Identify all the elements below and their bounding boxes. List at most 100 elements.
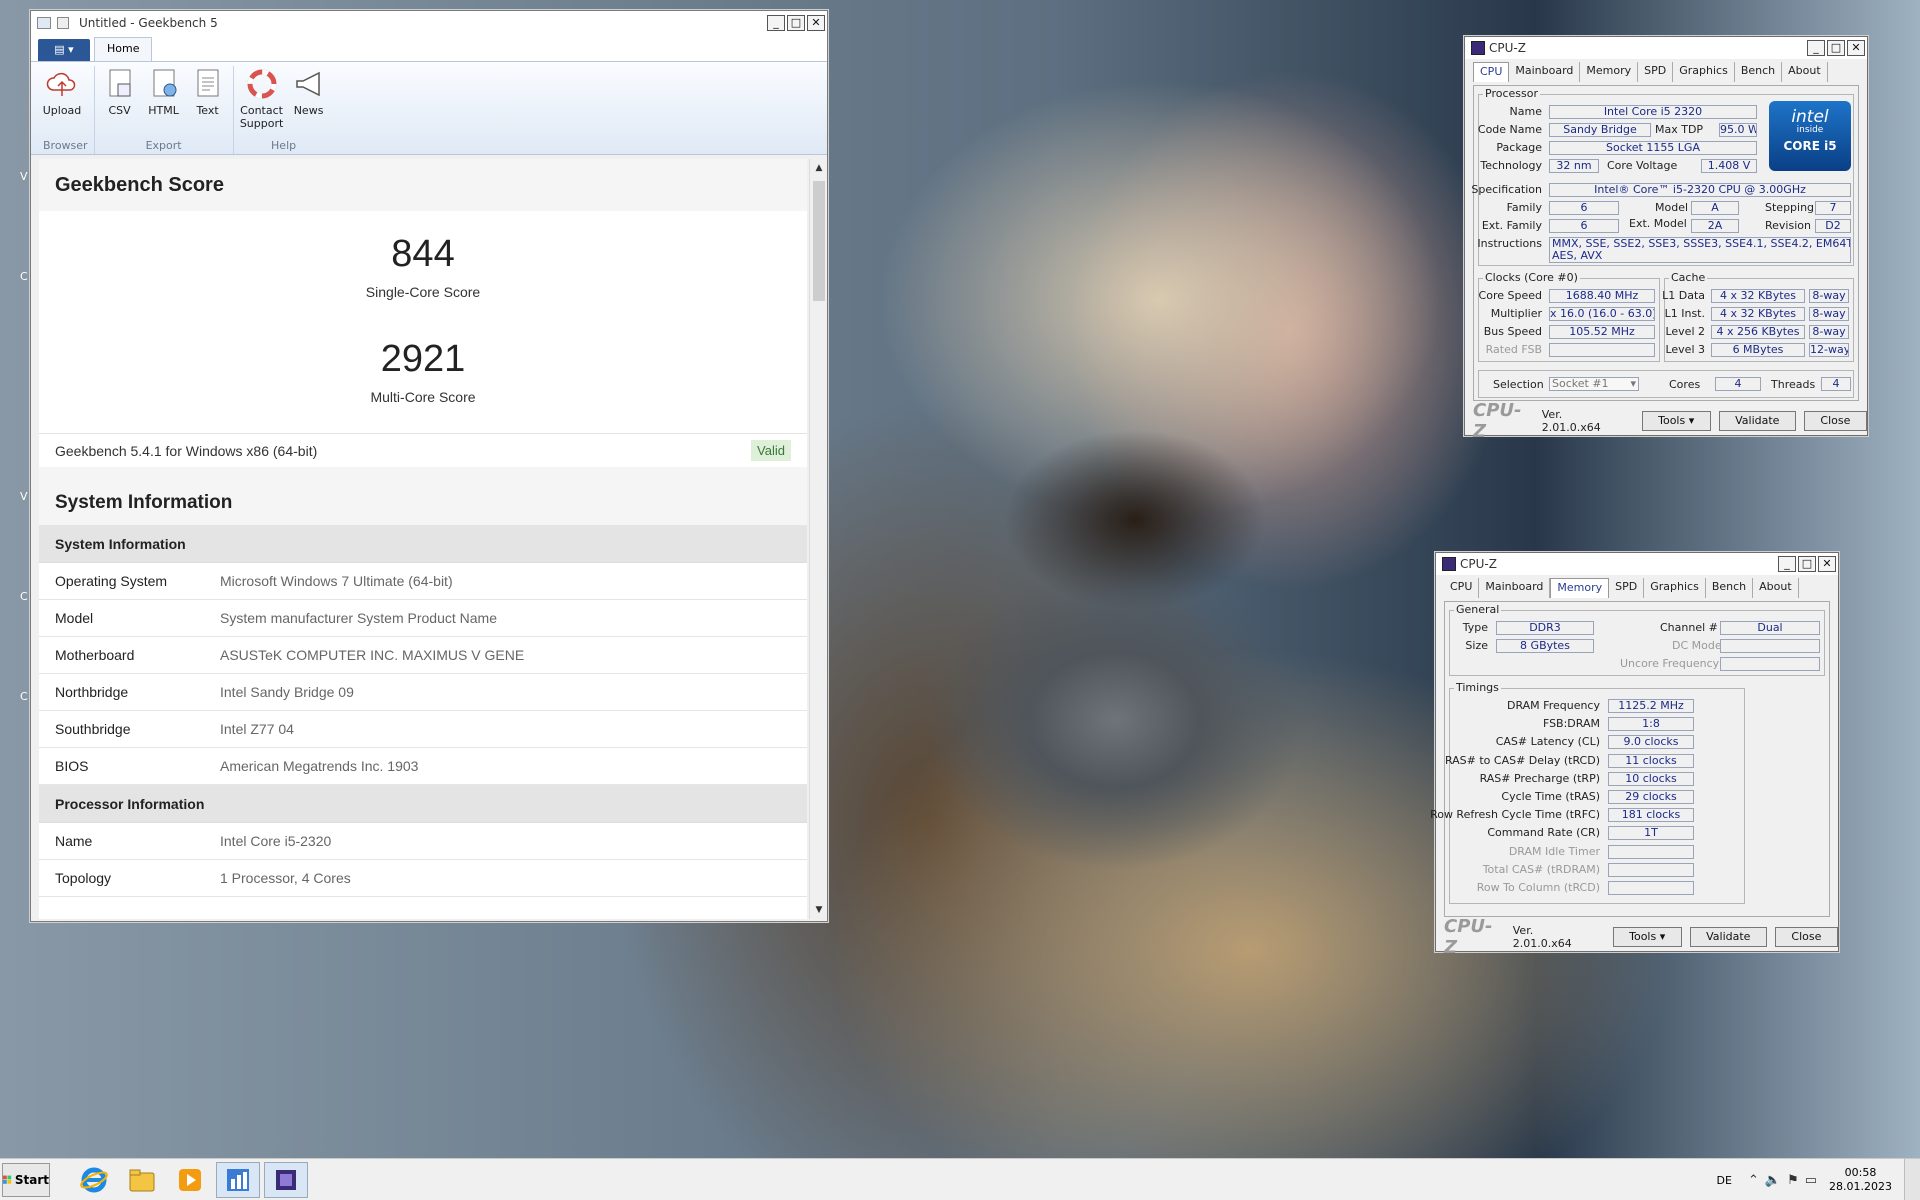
level2-ways: 8-way (1809, 325, 1849, 339)
scroll-up-icon[interactable]: ▲ (810, 159, 828, 177)
row-key: Topology (55, 870, 112, 886)
row-key: Operating System (55, 573, 168, 589)
action-center-flag-icon[interactable]: ⚑ (1787, 1173, 1799, 1188)
minimize-button[interactable]: _ (1778, 556, 1796, 572)
upload-button[interactable]: Upload (43, 66, 81, 138)
show-desktop-button[interactable] (1904, 1159, 1920, 1200)
cpuz-footer: CPU-Z Ver. 2.01.0.x64 Tools ▾ Validate C… (1465, 400, 1867, 442)
close-button[interactable]: Close (1774, 927, 1838, 947)
dc-mode-value (1720, 639, 1820, 653)
maxtdp-label: Max TDP (1655, 123, 1704, 136)
tab-bench[interactable]: Bench (1706, 578, 1754, 598)
show-hidden-icons-icon[interactable]: ⌃ (1748, 1173, 1759, 1188)
file-menu-button[interactable]: ▤ ▾ (38, 39, 90, 61)
volume-icon[interactable]: 🔈 (1765, 1173, 1781, 1188)
start-button[interactable]: Start (2, 1162, 50, 1197)
family-value: 6 (1549, 201, 1619, 215)
cpuz-brand: CPU-Z (1444, 916, 1493, 958)
maximize-button[interactable]: □ (1827, 40, 1845, 56)
l1-data-ways: 8-way (1809, 289, 1849, 303)
instructions-label: Instructions (1477, 237, 1542, 250)
minimize-button[interactable]: _ (1807, 40, 1825, 56)
processor-table: Name Intel Core i5-2320 Topology 1 Processo… (39, 823, 807, 897)
tab-about[interactable]: About (1753, 578, 1799, 598)
row-key: Northbridge (55, 684, 129, 700)
specification-value: Intel® Core™ i5-2320 CPU @ 3.00GHz (1549, 183, 1851, 197)
validate-button[interactable]: Validate (1689, 927, 1767, 947)
export-html-button[interactable]: HTML (145, 66, 183, 138)
minimize-button[interactable]: _ (767, 15, 785, 31)
timing-value: 29 clocks (1608, 790, 1694, 804)
validate-button[interactable]: Validate (1718, 411, 1796, 431)
tab-spd[interactable]: SPD (1638, 62, 1674, 82)
tab-cpu[interactable]: CPU (1473, 62, 1510, 82)
timing-value: 10 clocks (1608, 771, 1694, 786)
group-label: Processor (1483, 87, 1540, 100)
tab-home[interactable]: Home (94, 37, 153, 61)
clock-date: 28.01.2023 (1829, 1180, 1892, 1193)
cpuz-version: Ver. 2.01.0.x64 (1541, 408, 1601, 434)
dc-mode-label: DC Mode (1672, 639, 1722, 652)
scroll-thumb[interactable] (813, 181, 825, 301)
close-button[interactable]: ✕ (1818, 556, 1836, 572)
timing-label: Row Refresh Cycle Time (tRFC) (1430, 808, 1600, 822)
cpuz-app-icon (1471, 41, 1485, 55)
uncore-frequency-value (1720, 657, 1820, 671)
tab-spd[interactable]: SPD (1609, 578, 1645, 598)
tab-mainboard[interactable]: Mainboard (1509, 62, 1581, 82)
export-csv-button[interactable]: CSV (101, 66, 139, 138)
geekbench-results-pane[interactable]: Geekbench Score 844 Single-Core Score 29… (39, 159, 807, 919)
selection-dropdown[interactable]: Socket #1 ▾ (1549, 377, 1639, 391)
vertical-scrollbar[interactable]: ▲ ▼ (809, 159, 827, 919)
tab-graphics[interactable]: Graphics (1673, 62, 1735, 82)
taskbar-file-explorer[interactable] (120, 1162, 164, 1198)
language-indicator[interactable]: DE (1717, 1174, 1732, 1187)
app-menu-icon[interactable] (37, 17, 51, 29)
row-key: Motherboard (55, 647, 135, 663)
timing-label: FSB:DRAM (1542, 717, 1600, 731)
maximize-button[interactable]: □ (1798, 556, 1816, 572)
chevron-down-icon: ▾ (1688, 414, 1695, 427)
single-core-value: 844 (391, 233, 455, 275)
multiplier-value: x 16.0 (16.0 - 63.0) (1549, 307, 1655, 321)
tools-button[interactable]: Tools ▾ (1612, 927, 1682, 947)
cpuz-titlebar[interactable]: CPU-Z _ □ ✕ (1465, 37, 1867, 59)
quick-access-dropdown-icon[interactable] (57, 17, 69, 29)
tab-about[interactable]: About (1782, 62, 1828, 82)
taskbar-geekbench[interactable] (216, 1161, 260, 1198)
tab-memory[interactable]: Memory (1580, 62, 1639, 82)
row-value: Intel Sandy Bridge 09 (220, 684, 354, 700)
tab-mainboard[interactable]: Mainboard (1479, 578, 1551, 598)
cpuz-titlebar[interactable]: CPU-Z _ □ ✕ (1436, 553, 1838, 575)
close-button[interactable]: ✕ (807, 15, 825, 31)
tools-button[interactable]: Tools ▾ (1641, 411, 1711, 431)
ribbon-group-label: Export (145, 139, 182, 152)
timing-value (1608, 862, 1694, 877)
news-button[interactable]: News (290, 66, 328, 138)
taskbar-internet-explorer[interactable] (72, 1162, 116, 1198)
contact-support-button[interactable]: Contact Support (240, 66, 284, 138)
name-label: Name (1509, 105, 1542, 118)
taskbar-media-player[interactable] (168, 1162, 212, 1198)
chevron-down-icon: ▾ (1630, 377, 1636, 390)
close-button[interactable]: ✕ (1847, 40, 1865, 56)
geekbench-titlebar[interactable]: Untitled - Geekbench 5 _ □ ✕ (31, 11, 827, 35)
scroll-down-icon[interactable]: ▼ (810, 901, 828, 919)
timing-label: RAS# Precharge (tRP) (1479, 771, 1600, 785)
export-text-button[interactable]: Text (189, 66, 227, 138)
tab-memory[interactable]: Memory (1550, 578, 1610, 598)
tab-graphics[interactable]: Graphics (1644, 578, 1706, 598)
maximize-button[interactable]: □ (787, 15, 805, 31)
sysinfo-heading: System Information (39, 481, 807, 525)
tab-cpu[interactable]: CPU (1444, 578, 1480, 598)
close-button[interactable]: Close (1803, 411, 1867, 431)
network-icon[interactable]: ▭ (1805, 1173, 1817, 1188)
tab-bench[interactable]: Bench (1735, 62, 1783, 82)
timing-label: CAS# Latency (CL) (1495, 735, 1600, 749)
timing-value (1608, 844, 1694, 859)
table-row: Operating System Microsoft Windows 7 Ulti… (39, 563, 807, 600)
clock[interactable]: 00:58 28.01.2023 (1829, 1166, 1892, 1194)
section-gap (39, 467, 807, 481)
model-value: A (1691, 201, 1739, 215)
taskbar-cpuz[interactable] (264, 1161, 308, 1198)
